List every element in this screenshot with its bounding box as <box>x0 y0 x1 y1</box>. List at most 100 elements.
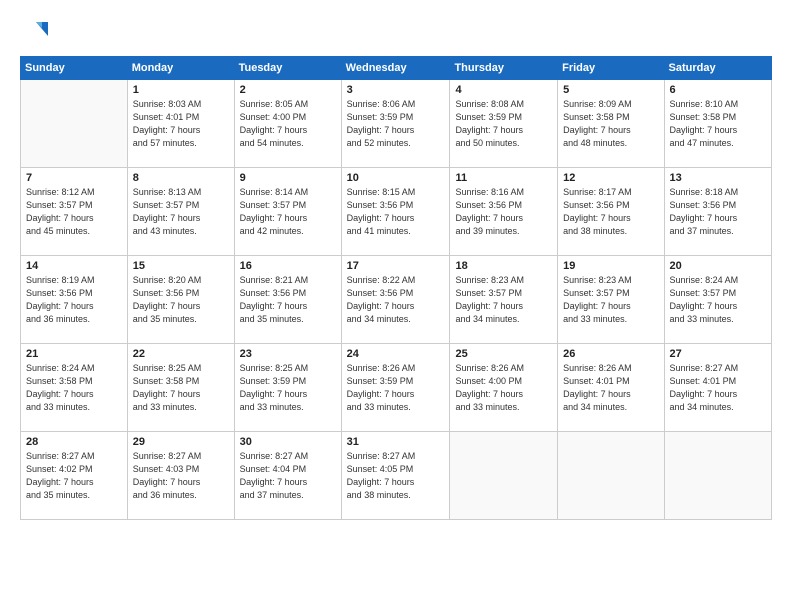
calendar-cell: 31Sunrise: 8:27 AMSunset: 4:05 PMDayligh… <box>341 432 450 520</box>
day-number: 9 <box>240 172 336 184</box>
day-info-line: and 38 minutes. <box>563 225 658 238</box>
day-info-line: Sunrise: 8:26 AM <box>563 362 658 375</box>
day-info-line: Sunrise: 8:27 AM <box>133 450 229 463</box>
calendar-cell: 6Sunrise: 8:10 AMSunset: 3:58 PMDaylight… <box>664 80 771 168</box>
day-info-line: Sunset: 3:59 PM <box>240 375 336 388</box>
header-monday: Monday <box>127 57 234 80</box>
day-info-line: Sunset: 3:58 PM <box>26 375 122 388</box>
day-info-line: and 34 minutes. <box>563 401 658 414</box>
day-info-line: Sunrise: 8:05 AM <box>240 98 336 111</box>
header-saturday: Saturday <box>664 57 771 80</box>
day-info-line: Sunset: 3:56 PM <box>26 287 122 300</box>
day-info-line: Sunset: 3:57 PM <box>563 287 658 300</box>
day-number: 27 <box>670 348 766 360</box>
day-info-line: and 35 minutes. <box>133 313 229 326</box>
day-info-line: Sunrise: 8:27 AM <box>347 450 445 463</box>
day-number: 30 <box>240 436 336 448</box>
day-info-line: Sunrise: 8:27 AM <box>240 450 336 463</box>
header <box>20 18 772 46</box>
day-number: 5 <box>563 84 658 96</box>
day-info-line: Sunrise: 8:20 AM <box>133 274 229 287</box>
calendar-cell: 2Sunrise: 8:05 AMSunset: 4:00 PMDaylight… <box>234 80 341 168</box>
page: SundayMondayTuesdayWednesdayThursdayFrid… <box>0 0 792 612</box>
day-number: 11 <box>455 172 552 184</box>
day-info-line: Daylight: 7 hours <box>347 124 445 137</box>
day-number: 15 <box>133 260 229 272</box>
day-info-line: Daylight: 7 hours <box>563 124 658 137</box>
calendar-cell: 10Sunrise: 8:15 AMSunset: 3:56 PMDayligh… <box>341 168 450 256</box>
calendar-cell <box>558 432 664 520</box>
calendar-cell: 12Sunrise: 8:17 AMSunset: 3:56 PMDayligh… <box>558 168 664 256</box>
day-info-line: and 43 minutes. <box>133 225 229 238</box>
day-info-line: and 37 minutes. <box>240 489 336 502</box>
day-info-line: Sunset: 3:57 PM <box>133 199 229 212</box>
day-info-line: and 35 minutes. <box>26 489 122 502</box>
day-number: 20 <box>670 260 766 272</box>
day-info-line: Sunset: 3:56 PM <box>347 199 445 212</box>
day-info-line: and 36 minutes. <box>26 313 122 326</box>
day-info-line: Daylight: 7 hours <box>26 388 122 401</box>
day-info-line: Sunrise: 8:27 AM <box>26 450 122 463</box>
calendar-cell: 5Sunrise: 8:09 AMSunset: 3:58 PMDaylight… <box>558 80 664 168</box>
week-row-2: 7Sunrise: 8:12 AMSunset: 3:57 PMDaylight… <box>21 168 772 256</box>
day-info-line: and 33 minutes. <box>347 401 445 414</box>
day-number: 31 <box>347 436 445 448</box>
day-info-line: Sunset: 3:56 PM <box>240 287 336 300</box>
day-info-line: Sunset: 3:56 PM <box>347 287 445 300</box>
day-number: 8 <box>133 172 229 184</box>
day-info-line: Daylight: 7 hours <box>563 388 658 401</box>
header-tuesday: Tuesday <box>234 57 341 80</box>
calendar-cell: 23 Sunrise: 8:25 AMSunset: 3:59 PMDayligh… <box>234 344 341 432</box>
calendar-cell: 19Sunrise: 8:23 AMSunset: 3:57 PMDayligh… <box>558 256 664 344</box>
day-info-line: and 33 minutes. <box>133 401 229 414</box>
calendar-cell: 24Sunrise: 8:26 AMSunset: 3:59 PMDayligh… <box>341 344 450 432</box>
day-info-line: Sunrise: 8:27 AM <box>670 362 766 375</box>
day-info-line: Daylight: 7 hours <box>563 212 658 225</box>
week-row-4: 21Sunrise: 8:24 AMSunset: 3:58 PMDayligh… <box>21 344 772 432</box>
calendar-cell: 3Sunrise: 8:06 AMSunset: 3:59 PMDaylight… <box>341 80 450 168</box>
day-info-line: and 35 minutes. <box>240 313 336 326</box>
day-info-line: Daylight: 7 hours <box>240 388 336 401</box>
day-info-line: Sunrise: 8:15 AM <box>347 186 445 199</box>
calendar-cell: 30Sunrise: 8:27 AMSunset: 4:04 PMDayligh… <box>234 432 341 520</box>
calendar-cell: 17Sunrise: 8:22 AMSunset: 3:56 PMDayligh… <box>341 256 450 344</box>
logo-icon <box>20 18 48 46</box>
calendar-cell: 25Sunrise: 8:26 AMSunset: 4:00 PMDayligh… <box>450 344 558 432</box>
day-info-line: Daylight: 7 hours <box>347 300 445 313</box>
day-info-line: Sunrise: 8:23 AM <box>563 274 658 287</box>
day-info-line: Sunrise: 8:14 AM <box>240 186 336 199</box>
calendar-cell: 11Sunrise: 8:16 AMSunset: 3:56 PMDayligh… <box>450 168 558 256</box>
day-number: 10 <box>347 172 445 184</box>
day-info-line: and 37 minutes. <box>670 225 766 238</box>
day-info-line: Sunrise: 8:25 AM <box>240 362 336 375</box>
day-info-line: and 34 minutes. <box>455 313 552 326</box>
day-info-line: Sunset: 3:57 PM <box>670 287 766 300</box>
header-wednesday: Wednesday <box>341 57 450 80</box>
day-info-line: Sunset: 4:00 PM <box>455 375 552 388</box>
calendar-cell: 22Sunrise: 8:25 AMSunset: 3:58 PMDayligh… <box>127 344 234 432</box>
calendar-cell: 15 Sunrise: 8:20 AMSunset: 3:56 PMDayligh… <box>127 256 234 344</box>
day-info-line: Daylight: 7 hours <box>670 124 766 137</box>
day-info-line: and 42 minutes. <box>240 225 336 238</box>
day-info-line: Daylight: 7 hours <box>133 300 229 313</box>
header-row: SundayMondayTuesdayWednesdayThursdayFrid… <box>21 57 772 80</box>
day-info-line: and 57 minutes. <box>133 137 229 150</box>
day-info-line: and 38 minutes. <box>347 489 445 502</box>
day-number: 23 <box>240 348 336 360</box>
day-info-line: and 47 minutes. <box>670 137 766 150</box>
day-info-line: and 33 minutes. <box>563 313 658 326</box>
day-info-line: Sunset: 3:56 PM <box>133 287 229 300</box>
calendar-cell: 20Sunrise: 8:24 AMSunset: 3:57 PMDayligh… <box>664 256 771 344</box>
day-info-line: Daylight: 7 hours <box>455 212 552 225</box>
day-info-line: Daylight: 7 hours <box>26 476 122 489</box>
day-info-line: Sunrise: 8:26 AM <box>347 362 445 375</box>
day-info-line: Daylight: 7 hours <box>240 212 336 225</box>
day-info-line: Sunrise: 8:10 AM <box>670 98 766 111</box>
day-info-line: and 48 minutes. <box>563 137 658 150</box>
day-info-line: Daylight: 7 hours <box>240 300 336 313</box>
calendar-cell: 14Sunrise: 8:19 AMSunset: 3:56 PMDayligh… <box>21 256 128 344</box>
day-info-line: Daylight: 7 hours <box>670 300 766 313</box>
day-info-line: and 33 minutes. <box>670 313 766 326</box>
day-info-line: Sunset: 4:01 PM <box>563 375 658 388</box>
day-number: 29 <box>133 436 229 448</box>
